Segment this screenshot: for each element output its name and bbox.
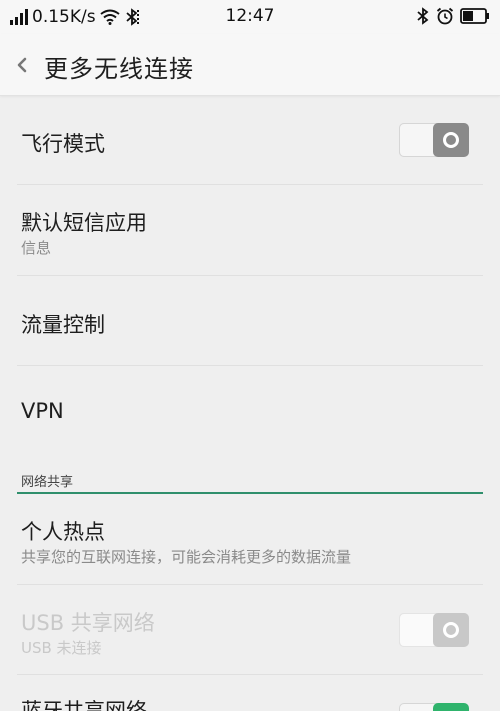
traffic-control-row[interactable]: 流量控制: [0, 276, 500, 365]
bluetooth-tethering-row[interactable]: 蓝牙共享网络: [0, 675, 500, 711]
status-right: [416, 7, 490, 25]
chevron-left-icon: [17, 57, 27, 73]
bluetooth-icon: [417, 7, 429, 25]
alarm-icon: [436, 7, 454, 25]
usb-tethering-toggle: [399, 613, 469, 647]
bluetooth-tethering-toggle[interactable]: [399, 703, 469, 711]
vpn-row[interactable]: VPN: [0, 366, 500, 456]
traffic-control-label: 流量控制: [21, 313, 105, 337]
default-sms-value: 信息: [21, 239, 52, 257]
toggle-knob: [433, 123, 469, 157]
hotspot-description: 共享您的互联网连接，可能会消耗更多的数据流量: [21, 548, 352, 566]
bluetooth-tethering-label: 蓝牙共享网络: [21, 699, 147, 711]
app-header: 更多无线连接: [0, 34, 500, 96]
usb-tethering-label: USB 共享网络: [21, 611, 155, 635]
page-title: 更多无线连接: [44, 55, 194, 83]
back-button[interactable]: [10, 50, 34, 80]
hotspot-row[interactable]: 个人热点 共享您的互联网连接，可能会消耗更多的数据流量: [0, 494, 500, 584]
default-sms-row[interactable]: 默认短信应用 信息: [0, 185, 500, 275]
toggle-knob: [433, 613, 469, 647]
usb-tethering-status: USB 未连接: [21, 639, 102, 657]
airplane-mode-label: 飞行模式: [21, 132, 105, 156]
usb-tethering-row: USB 共享网络 USB 未连接: [0, 585, 500, 674]
status-bar: 0.15K/s 12:47: [0, 0, 500, 34]
airplane-mode-row[interactable]: 飞行模式: [0, 96, 500, 184]
toggle-knob: [433, 703, 469, 711]
default-sms-label: 默认短信应用: [21, 211, 147, 235]
section-header-network-sharing: 网络共享: [21, 475, 74, 490]
battery-icon: [460, 8, 489, 24]
vpn-label: VPN: [21, 399, 64, 423]
hotspot-label: 个人热点: [21, 520, 105, 544]
airplane-mode-toggle[interactable]: [399, 123, 469, 157]
